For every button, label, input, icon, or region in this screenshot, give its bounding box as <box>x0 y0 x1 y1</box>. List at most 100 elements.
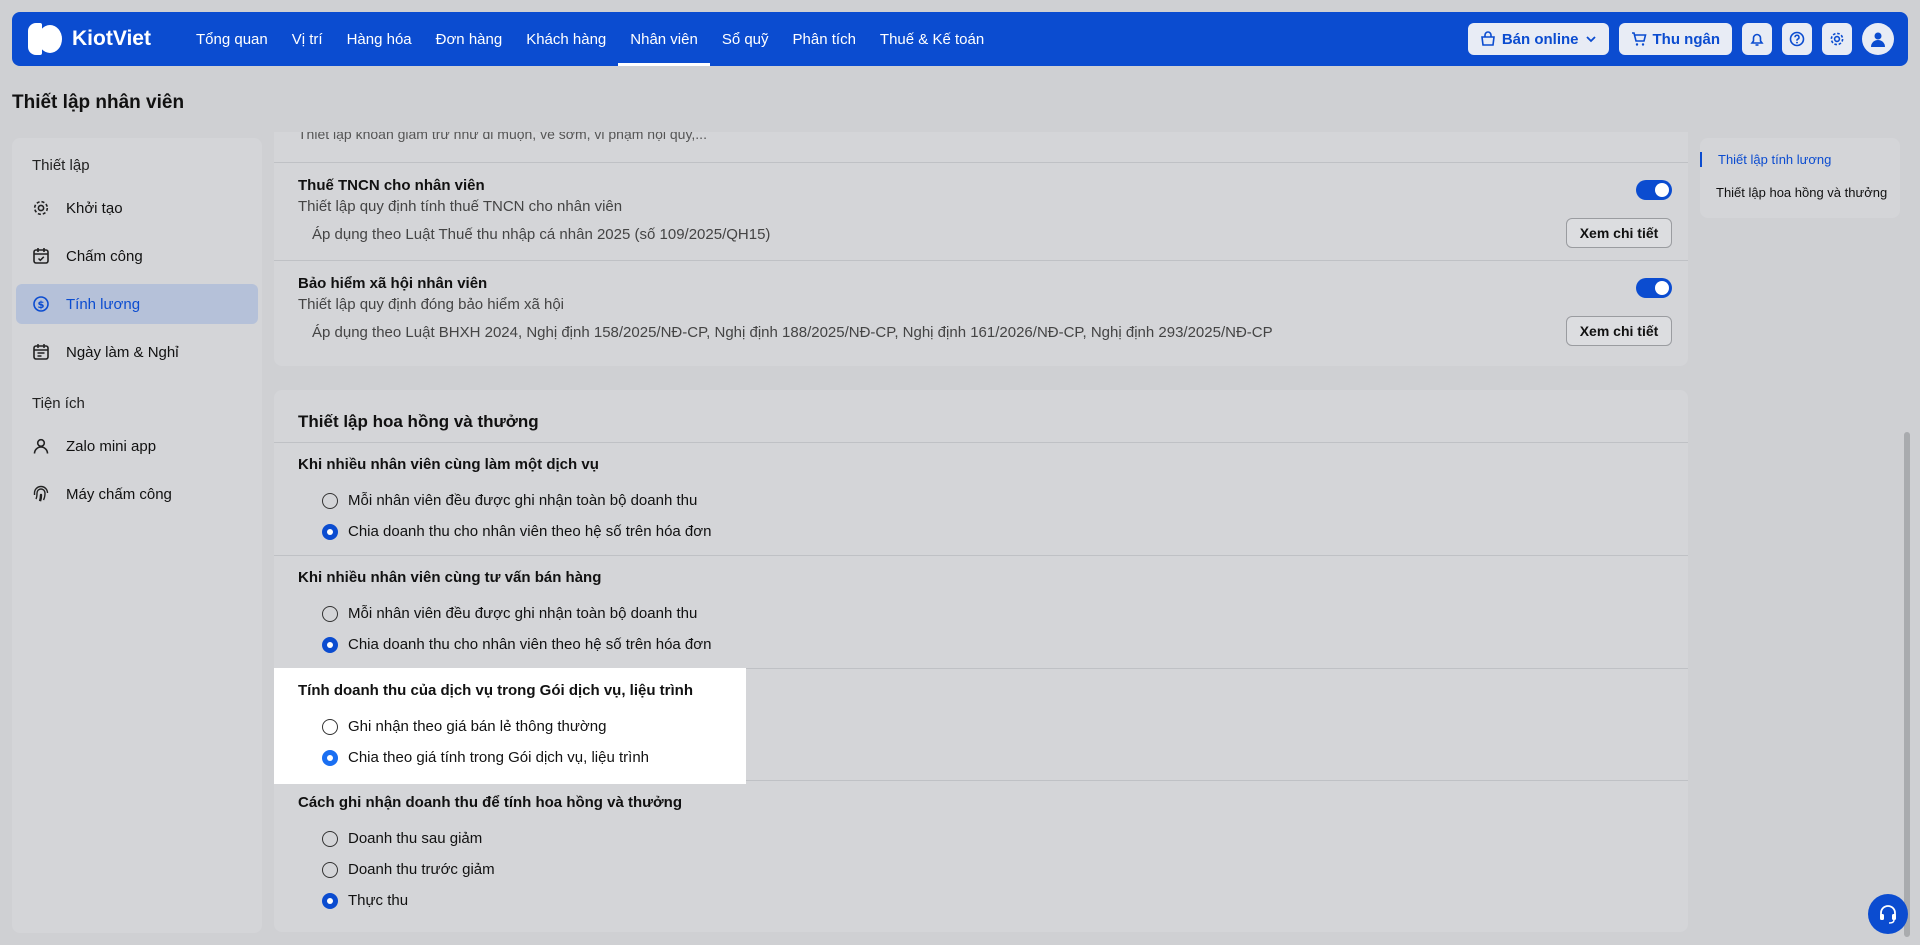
sidebar-item-label: Khởi tạo <box>66 199 123 217</box>
cashier-button[interactable]: Thu ngân <box>1618 23 1732 55</box>
insurance-setting-note: Áp dụng theo Luật BHXH 2024, Nghị định 1… <box>312 324 1273 341</box>
dollar-circle-icon: $ <box>32 295 50 313</box>
nav-item-tax-accounting[interactable]: Thuế & Kế toán <box>868 12 996 66</box>
radio-button[interactable] <box>322 861 338 878</box>
nav-item-products[interactable]: Hàng hóa <box>335 12 424 66</box>
sidebar-item-label: Máy chấm công <box>66 485 172 503</box>
radio-label: Chia doanh thu cho nhân viên theo hệ số … <box>348 636 712 653</box>
cart-icon <box>1631 32 1647 46</box>
nav-item-employees[interactable]: Nhân viên <box>618 12 710 66</box>
group-title-shared-consulting: Khi nhiều nhân viên cùng tư vấn bán hàng <box>298 569 602 586</box>
calendar-check-icon <box>32 247 50 265</box>
radio-label: Mỗi nhân viên đều được ghi nhận toàn bộ … <box>348 605 698 622</box>
help-button[interactable] <box>1782 23 1812 55</box>
kiotviet-logo-icon <box>28 21 64 57</box>
tax-detail-button[interactable]: Xem chi tiết <box>1566 218 1672 248</box>
radio-option[interactable]: Thực thu <box>322 892 408 909</box>
anchor-commission-settings[interactable]: Thiết lập hoa hồng và thưởng <box>1700 185 1887 200</box>
sidebar-item-zalo[interactable]: Zalo mini app <box>16 426 258 466</box>
divider <box>274 162 1688 163</box>
gear-icon <box>1830 32 1844 46</box>
radio-option[interactable]: Mỗi nhân viên đều được ghi nhận toàn bộ … <box>322 492 697 509</box>
user-avatar[interactable] <box>1862 23 1894 55</box>
divider <box>274 555 1688 556</box>
commission-section-title: Thiết lập hoa hồng và thưởng <box>298 412 539 431</box>
radio-button[interactable] <box>322 523 338 540</box>
radio-option[interactable]: Chia doanh thu cho nhân viên theo hệ số … <box>322 523 711 540</box>
radio-button[interactable] <box>322 892 338 909</box>
commission-settings-card: Thiết lập hoa hồng và thưởng Khi nhiều n… <box>274 390 1688 932</box>
radio-option[interactable]: Mỗi nhân viên đều được ghi nhận toàn bộ … <box>322 605 697 622</box>
sidebar-item-label: Zalo mini app <box>66 437 157 455</box>
insurance-detail-button[interactable]: Xem chi tiết <box>1566 316 1672 346</box>
deductions-description: Thiết lập khoản giảm trừ như đi muộn, về… <box>298 132 707 142</box>
sell-online-label: Bán online <box>1501 30 1579 48</box>
support-chat-button[interactable] <box>1868 894 1908 934</box>
sidebar-item-label: Tính lương <box>66 295 141 313</box>
radio-button[interactable] <box>322 492 338 509</box>
radio-option[interactable]: Chia doanh thu cho nhân viên theo hệ số … <box>322 636 711 653</box>
sidebar-item-salary[interactable]: $ Tính lương <box>16 284 258 324</box>
radio-label: Ghi nhận theo giá bán lẻ thông thường <box>348 718 607 735</box>
app-name: KiotViet <box>72 27 151 50</box>
nav-item-overview[interactable]: Tổng quan <box>184 12 280 66</box>
top-navbar: KiotViet Tổng quan Vị trí Hàng hóa Đơn h… <box>12 12 1908 66</box>
insurance-setting-title: Bảo hiểm xã hội nhân viên <box>298 275 488 292</box>
sidebar-item-attendance[interactable]: Chấm công <box>16 236 258 276</box>
tax-toggle[interactable] <box>1636 180 1672 200</box>
calendar-icon <box>32 343 50 361</box>
group-title-package-revenue: Tính doanh thu của dịch vụ trong Gói dịc… <box>298 682 693 699</box>
insurance-toggle[interactable] <box>1636 278 1672 298</box>
sidebar-group-utilities: Tiện ích <box>32 394 85 412</box>
nav-item-location[interactable]: Vị trí <box>280 12 335 66</box>
radio-button[interactable] <box>322 605 338 622</box>
radio-option[interactable]: Ghi nhận theo giá bán lẻ thông thường <box>322 718 606 735</box>
sidebar-item-workdays[interactable]: Ngày làm & Nghỉ <box>16 332 258 372</box>
nav-item-cashbook[interactable]: Sổ quỹ <box>710 12 781 66</box>
svg-text:$: $ <box>38 300 45 311</box>
nav-item-orders[interactable]: Đơn hàng <box>424 12 515 66</box>
salary-settings-card: Thiết lập khoản giảm trừ như đi muộn, về… <box>274 132 1688 366</box>
divider <box>746 780 1688 781</box>
bell-icon <box>1750 33 1764 46</box>
sidebar-item-label: Ngày làm & Nghỉ <box>66 343 179 361</box>
sell-online-button[interactable]: Bán online <box>1467 23 1609 55</box>
tax-setting-note: Áp dụng theo Luật Thuế thu nhập cá nhân … <box>312 226 771 243</box>
radio-button[interactable] <box>322 830 338 847</box>
radio-option[interactable]: Doanh thu trước giảm <box>322 861 495 878</box>
main-nav: Tổng quan Vị trí Hàng hóa Đơn hàng Khách… <box>184 12 996 66</box>
radio-button[interactable] <box>322 636 338 653</box>
radio-button[interactable] <box>322 718 338 735</box>
user-icon <box>1871 32 1885 47</box>
chevron-down-icon <box>1585 36 1596 43</box>
sidebar-group-setup: Thiết lập <box>32 156 90 174</box>
page-title: Thiết lập nhân viên <box>12 92 185 113</box>
notifications-button[interactable] <box>1742 23 1772 55</box>
headset-icon <box>1880 905 1896 924</box>
shop-icon <box>1480 31 1495 46</box>
user-icon <box>32 437 50 455</box>
settings-button[interactable] <box>1822 23 1852 55</box>
tax-setting-title: Thuế TNCN cho nhân viên <box>298 177 485 194</box>
radio-label: Chia doanh thu cho nhân viên theo hệ số … <box>348 523 712 540</box>
sidebar-item-init[interactable]: Khởi tạo <box>16 188 258 228</box>
group-title-revenue-method: Cách ghi nhận doanh thu để tính hoa hồng… <box>298 794 682 811</box>
package-revenue-group: Tính doanh thu của dịch vụ trong Gói dịc… <box>274 668 746 784</box>
nav-item-analytics[interactable]: Phân tích <box>781 12 868 66</box>
radio-option[interactable]: Doanh thu sau giảm <box>322 830 482 847</box>
settings-sidebar: Thiết lập Khởi tạo Chấm công $ Tính lươn… <box>12 138 262 933</box>
nav-item-customers[interactable]: Khách hàng <box>514 12 618 66</box>
tax-setting-subtitle: Thiết lập quy định tính thuế TNCN cho nh… <box>298 198 623 215</box>
anchor-salary-settings[interactable]: Thiết lập tính lương <box>1700 152 1831 167</box>
radio-button[interactable] <box>322 749 338 766</box>
radio-option[interactable]: Chia theo giá tính trong Gói dịch vụ, li… <box>322 749 649 766</box>
gear-icon <box>32 199 50 217</box>
radio-label: Doanh thu trước giảm <box>348 861 495 878</box>
kiotviet-logo[interactable]: KiotViet <box>28 21 180 57</box>
sidebar-item-timeclock[interactable]: Máy chấm công <box>16 474 258 514</box>
radio-label: Chia theo giá tính trong Gói dịch vụ, li… <box>348 749 650 766</box>
page-scrollbar[interactable] <box>1904 432 1910 937</box>
radio-label: Thực thu <box>348 892 409 909</box>
divider <box>274 260 1688 261</box>
radio-label: Mỗi nhân viên đều được ghi nhận toàn bộ … <box>348 492 698 509</box>
